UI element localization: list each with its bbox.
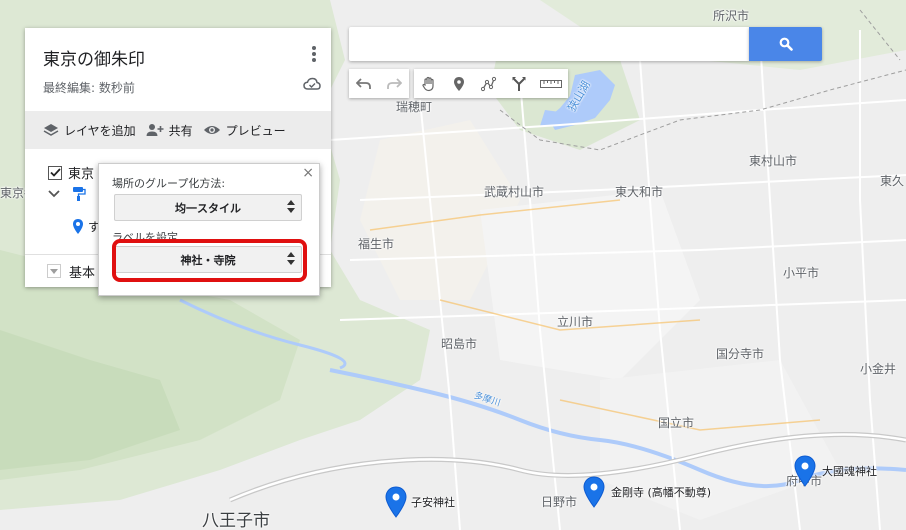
layer-name[interactable]: 東京 bbox=[68, 163, 94, 182]
place-marker-icon[interactable] bbox=[385, 486, 407, 518]
add-layer-label: レイヤを追加 bbox=[64, 123, 136, 138]
chevron-down-icon[interactable] bbox=[48, 190, 60, 198]
city-label-hino: 日野市 bbox=[541, 495, 578, 509]
measure-button[interactable] bbox=[534, 69, 568, 98]
search-input[interactable] bbox=[349, 27, 749, 61]
city-label-tokorozawa: 所沢市 bbox=[713, 9, 750, 23]
place-list-item[interactable]: す bbox=[72, 218, 100, 235]
city-label-akishima: 昭島市 bbox=[441, 337, 478, 351]
highlight-annotation bbox=[112, 239, 307, 282]
city-label-kodaira: 小平市 bbox=[783, 266, 820, 280]
place-pin-icon bbox=[73, 219, 83, 234]
redo-button[interactable] bbox=[379, 69, 409, 98]
share-label: 共有 bbox=[168, 123, 193, 138]
close-icon[interactable]: × bbox=[302, 166, 314, 180]
undo-button[interactable] bbox=[349, 69, 379, 98]
add-person-icon bbox=[146, 124, 164, 136]
base-map-label: 基本 bbox=[69, 265, 96, 281]
search-box[interactable] bbox=[349, 27, 749, 61]
draw-line-icon bbox=[481, 76, 497, 91]
base-map-toggle[interactable] bbox=[47, 264, 61, 278]
add-marker-button[interactable] bbox=[444, 69, 474, 98]
marker-label[interactable]: 大國魂神社 bbox=[822, 463, 877, 479]
group-by-value: 均一スタイル bbox=[175, 201, 241, 215]
marker-label[interactable]: 金剛寺 (高幡不動尊) bbox=[611, 484, 711, 500]
group-by-label: 場所のグループ化方法: bbox=[112, 177, 226, 190]
directions-button[interactable] bbox=[504, 69, 534, 98]
paint-roller-icon[interactable] bbox=[72, 186, 86, 202]
chevron-down-icon bbox=[50, 268, 58, 274]
eye-icon bbox=[203, 126, 220, 134]
preview-label: プレビュー bbox=[225, 123, 286, 138]
city-label-koganei: 小金井 bbox=[860, 362, 897, 376]
add-layer-button[interactable]: レイヤを追加 bbox=[43, 122, 136, 139]
cloud-saved-icon bbox=[303, 77, 321, 90]
select-arrows-icon bbox=[287, 200, 295, 213]
search-button[interactable] bbox=[749, 27, 822, 61]
directions-icon bbox=[512, 76, 526, 91]
map-title[interactable]: 東京の御朱印 bbox=[43, 45, 145, 70]
undo-icon bbox=[356, 77, 371, 89]
add-marker-icon bbox=[454, 76, 464, 91]
place-marker-icon[interactable] bbox=[794, 455, 816, 487]
city-label-mizuho: 瑞穂町 bbox=[396, 100, 433, 114]
city-label-kokubunji: 国分寺市 bbox=[716, 347, 765, 361]
group-by-select[interactable]: 均一スタイル bbox=[114, 194, 302, 221]
layer-visibility-checkbox[interactable] bbox=[48, 165, 62, 180]
hand-icon bbox=[422, 76, 434, 91]
more-options-icon[interactable] bbox=[307, 44, 321, 64]
share-button[interactable]: 共有 bbox=[146, 122, 193, 139]
layer-style-row bbox=[48, 186, 86, 202]
place-marker-icon[interactable] bbox=[583, 476, 605, 508]
city-label-musashimurayama: 武蔵村山市 bbox=[484, 185, 545, 199]
draw-line-button[interactable] bbox=[474, 69, 504, 98]
search-icon bbox=[779, 37, 793, 51]
tools-group bbox=[414, 69, 568, 98]
city-label-higashikurume: 東久 bbox=[880, 174, 905, 188]
layer-header: 東京 bbox=[48, 163, 94, 182]
last-edit-status: 最終編集: 数秒前 bbox=[43, 81, 135, 95]
hand-tool-button[interactable] bbox=[414, 69, 444, 98]
city-label-tachikawa: 立川市 bbox=[557, 315, 594, 329]
checkmark-icon bbox=[49, 168, 61, 177]
redo-icon bbox=[387, 77, 402, 89]
map-toolbar bbox=[349, 69, 573, 98]
city-label-hachioji: 八王子市 bbox=[202, 511, 270, 530]
ruler-icon bbox=[540, 79, 562, 88]
action-bar: レイヤを追加 共有 プレビュー bbox=[25, 111, 331, 149]
layers-icon bbox=[43, 124, 59, 136]
city-label-fussa: 福生市 bbox=[358, 237, 395, 251]
city-label-higashimurayama: 東村山市 bbox=[749, 154, 798, 168]
marker-label[interactable]: 子安神社 bbox=[411, 494, 455, 510]
preview-button[interactable]: プレビュー bbox=[203, 122, 286, 139]
city-label-kunitachi: 国立市 bbox=[658, 416, 695, 430]
city-label-higashiyamato: 東大和市 bbox=[615, 185, 664, 199]
undo-redo-group bbox=[349, 69, 409, 98]
